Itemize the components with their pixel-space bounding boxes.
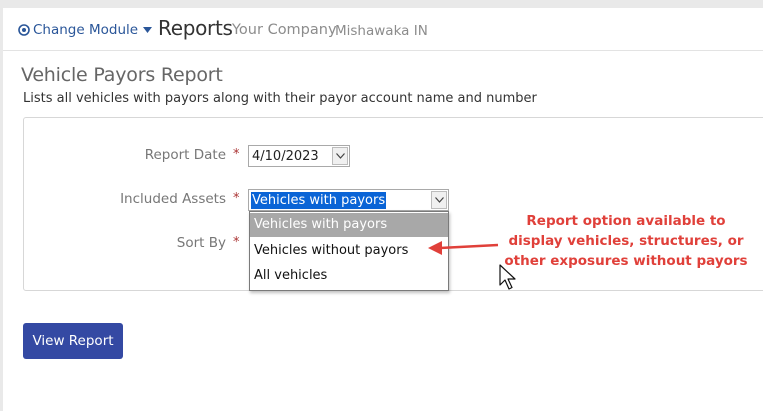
annotation-arrow-icon bbox=[428, 241, 499, 255]
page-title: Reports bbox=[158, 16, 233, 40]
option-vehicles-with-payors[interactable]: Vehicles with payors bbox=[250, 213, 448, 237]
annotation-callout: Report option available to display vehic… bbox=[501, 211, 751, 271]
included-assets-dropdown-button[interactable] bbox=[431, 191, 447, 209]
globe-icon bbox=[18, 24, 30, 36]
caret-down-icon bbox=[143, 27, 153, 33]
mouse-pointer-icon bbox=[499, 264, 516, 290]
option-all-vehicles[interactable]: All vehicles bbox=[250, 264, 448, 288]
top-bar: Change Module Reports Your Company Misha… bbox=[3, 8, 763, 51]
report-date-dropdown-button[interactable] bbox=[332, 147, 348, 165]
report-title: Vehicle Payors Report bbox=[21, 64, 223, 86]
chevron-down-icon bbox=[435, 197, 444, 203]
change-module-button[interactable]: Change Module bbox=[18, 21, 153, 39]
required-mark: * bbox=[233, 235, 240, 250]
option-vehicles-without-payors[interactable]: Vehicles without payors bbox=[250, 239, 448, 263]
report-page: Change Module Reports Your Company Misha… bbox=[3, 8, 763, 411]
included-assets-select[interactable]: Vehicles with payors bbox=[248, 189, 449, 211]
included-assets-value: Vehicles with payors bbox=[251, 192, 387, 209]
annotation-line-2: display vehicles, structures, or bbox=[508, 233, 744, 249]
included-assets-dropdown-list: Vehicles with payors Vehicles without pa… bbox=[249, 211, 449, 291]
required-mark: * bbox=[233, 147, 240, 162]
sort-by-label: Sort By bbox=[176, 235, 226, 251]
annotation-line-3: other exposures without payors bbox=[504, 253, 748, 269]
report-date-label: Report Date bbox=[144, 147, 226, 163]
required-mark: * bbox=[233, 191, 240, 206]
chevron-down-icon bbox=[336, 153, 345, 159]
annotation-line-1: Report option available to bbox=[526, 213, 726, 229]
report-date-value: 4/10/2023 bbox=[252, 149, 319, 164]
report-description: Lists all vehicles with payors along wit… bbox=[23, 91, 537, 106]
included-assets-label: Included Assets bbox=[120, 191, 226, 207]
view-report-button[interactable]: View Report bbox=[23, 323, 123, 359]
company-name: Your Company bbox=[232, 22, 337, 38]
change-module-label: Change Module bbox=[33, 22, 139, 38]
company-location: Mishawaka IN bbox=[335, 23, 428, 39]
report-date-field[interactable]: 4/10/2023 bbox=[248, 145, 350, 167]
